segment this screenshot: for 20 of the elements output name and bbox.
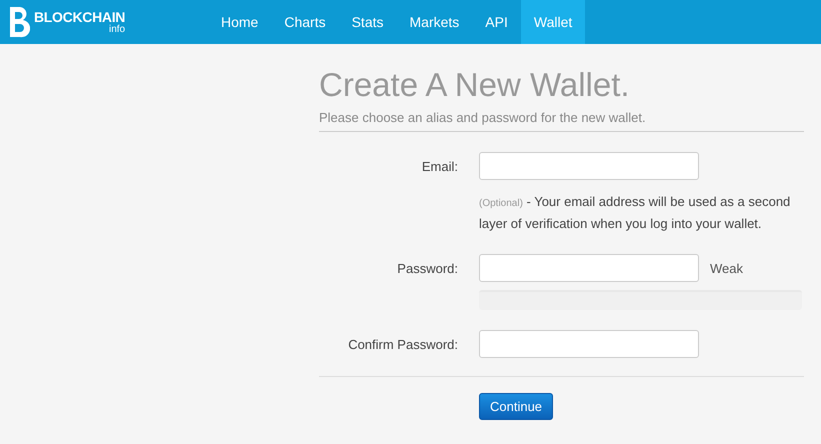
page-subtitle: Please choose an alias and password for the new wallet. xyxy=(319,110,804,132)
nav-link[interactable]: Home xyxy=(208,0,272,44)
nav-link[interactable]: Markets xyxy=(396,0,472,44)
password-field[interactable] xyxy=(479,330,699,358)
field-label: Password: xyxy=(396,260,458,276)
password-strength: Weak xyxy=(710,260,744,276)
email-hint: (Optional) - Your email address will be used as a second layer of verification when you log into your wallet. xyxy=(479,193,792,233)
continue-button[interactable]: Continue xyxy=(479,393,554,420)
nav-link[interactable]: Wallet xyxy=(520,0,586,44)
page-title: Create A New Wallet. xyxy=(319,66,631,104)
field-label: Email: xyxy=(420,158,458,174)
logo-icon xyxy=(8,5,30,39)
nav-link[interactable]: API xyxy=(472,0,521,44)
nav-link[interactable]: Stats xyxy=(338,0,396,44)
nav-link[interactable]: Charts xyxy=(271,0,339,44)
password-field[interactable] xyxy=(479,254,699,282)
brand-name: BLOCKCHAIN xyxy=(34,9,126,25)
brand-subtitle: info xyxy=(108,25,126,35)
field-label: Confirm Password: xyxy=(347,336,458,352)
email-field[interactable] xyxy=(479,152,699,180)
